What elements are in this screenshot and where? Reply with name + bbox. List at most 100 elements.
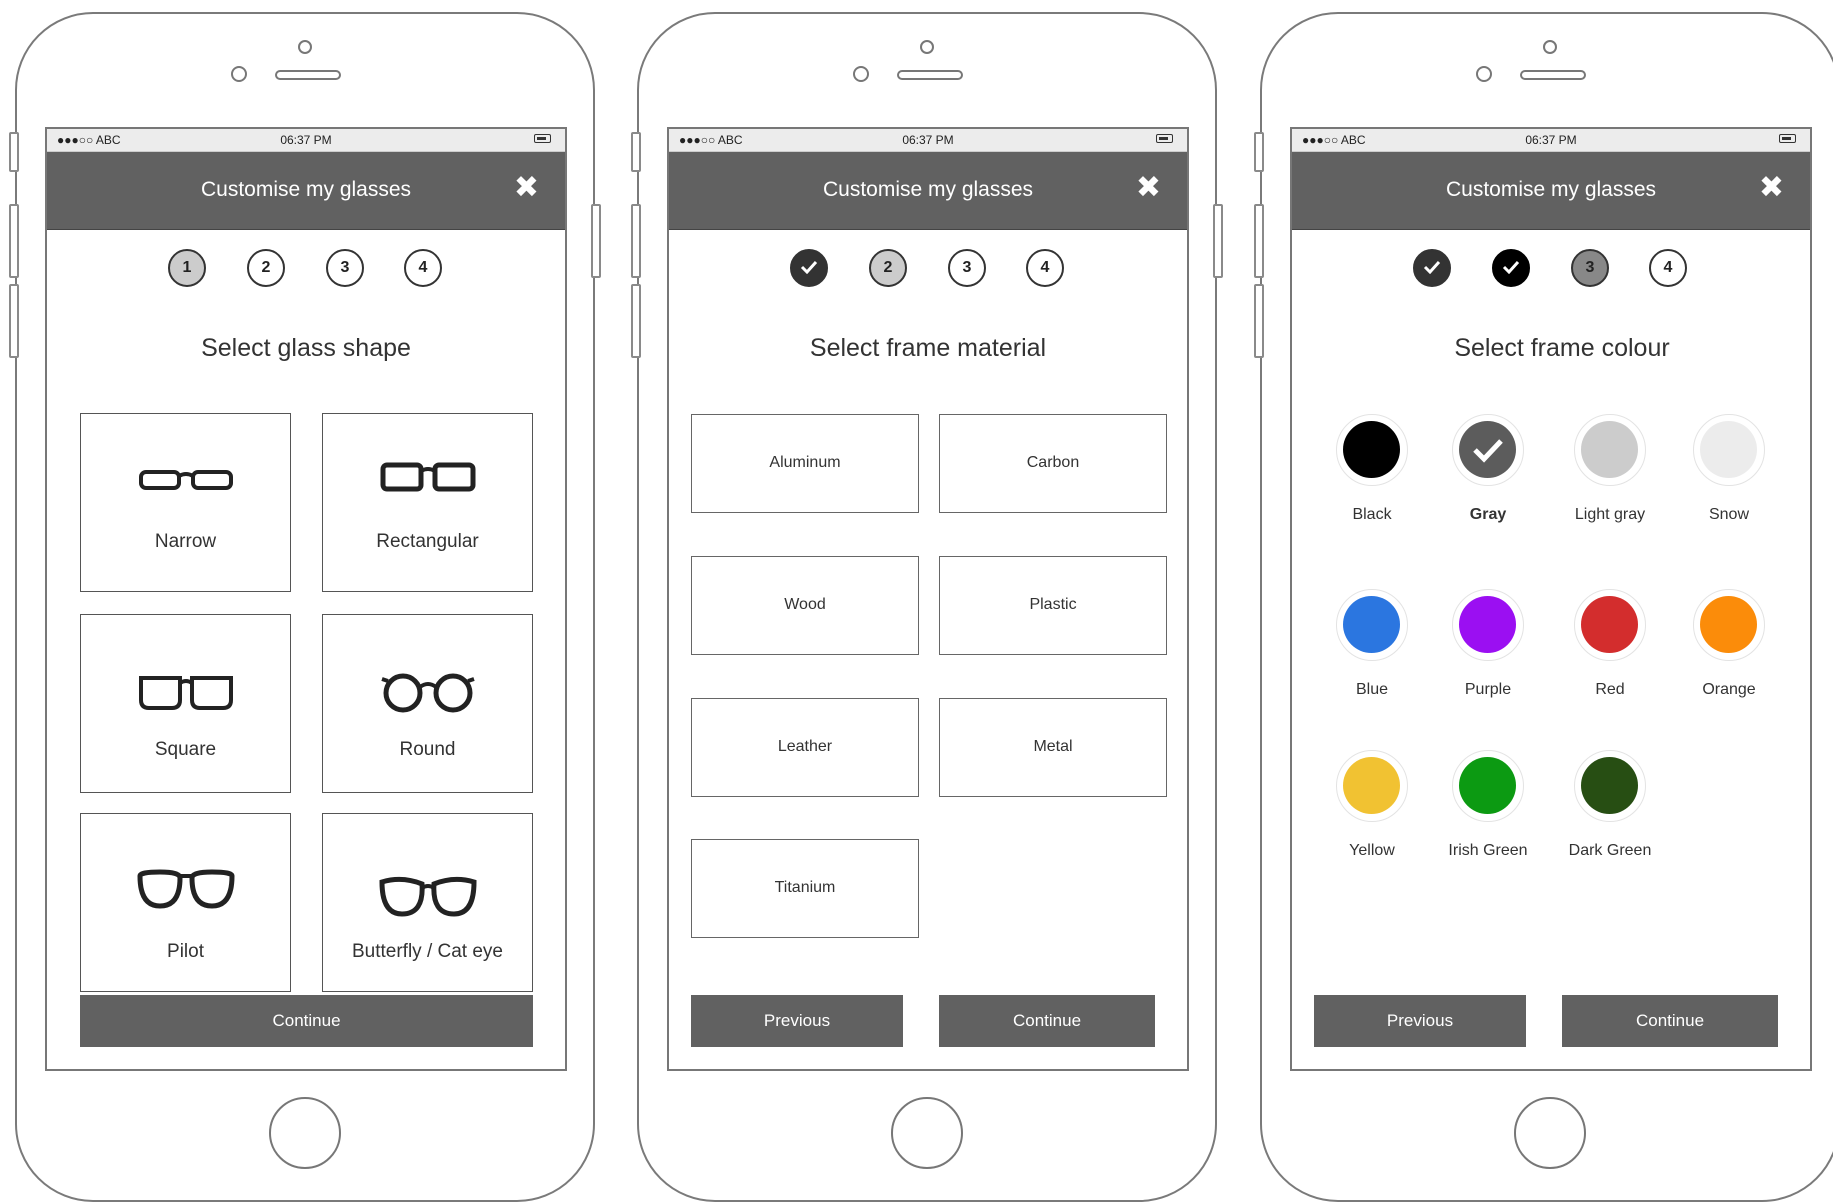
earpiece-speaker [275, 70, 341, 80]
step-indicator: 1 2 3 4 [47, 249, 565, 293]
volume-down-button [1254, 284, 1264, 358]
step-1-done[interactable] [1413, 249, 1451, 287]
front-sensor [231, 66, 247, 82]
page-title: Select frame colour [1454, 334, 1670, 362]
colour-dot [1343, 596, 1400, 653]
checkmark-icon [800, 260, 818, 275]
material-carbon[interactable]: Carbon [939, 414, 1167, 513]
step-1-current[interactable]: 1 [168, 249, 206, 287]
colour-swatch-orange[interactable] [1693, 589, 1765, 661]
colour-swatch-yellow[interactable] [1336, 750, 1408, 822]
previous-button[interactable]: Previous [691, 995, 903, 1047]
colour-dot [1581, 421, 1638, 478]
home-button[interactable] [1514, 1097, 1586, 1169]
shape-tile-square[interactable]: Square [80, 614, 291, 793]
home-button[interactable] [891, 1097, 963, 1169]
continue-button[interactable]: Continue [1562, 995, 1778, 1047]
colour-label-gray: Gray [1469, 506, 1507, 523]
shape-label: Round [399, 739, 456, 760]
colour-swatch-dark-green[interactable] [1574, 750, 1646, 822]
step-4[interactable]: 4 [1026, 249, 1064, 287]
material-metal[interactable]: Metal [939, 698, 1167, 797]
status-bar: ●●●○○ ABC 06:37 PM [1292, 129, 1810, 152]
colour-swatch-purple[interactable] [1452, 589, 1524, 661]
status-bar: ●●●○○ ABC 06:37 PM [47, 129, 565, 152]
home-button[interactable] [269, 1097, 341, 1169]
colour-swatch-gray[interactable] [1452, 414, 1524, 486]
phone-frame-2: ●●●○○ ABC 06:37 PM Customise my glasses … [631, 12, 1223, 1202]
front-sensor [853, 66, 869, 82]
material-leather[interactable]: Leather [691, 698, 919, 797]
material-titanium[interactable]: Titanium [691, 839, 919, 938]
colour-swatch-black[interactable] [1336, 414, 1408, 486]
app-header: Customise my glasses ✖ [1292, 152, 1810, 230]
shape-label: Butterfly / Cat eye [351, 941, 503, 962]
pilot-glasses-icon [136, 869, 235, 909]
colour-swatch-blue[interactable] [1336, 589, 1408, 661]
step-2-done[interactable] [1492, 249, 1530, 287]
material-plastic[interactable]: Plastic [939, 556, 1167, 655]
shape-tile-rectangular[interactable]: Rectangular [322, 413, 533, 592]
screen-select-colour: ●●●○○ ABC 06:37 PM Customise my glasses … [1290, 127, 1812, 1071]
material-aluminum[interactable]: Aluminum [691, 414, 919, 513]
step-1-done[interactable] [790, 249, 828, 287]
step-3[interactable]: 3 [948, 249, 986, 287]
square-glasses-icon [138, 676, 233, 710]
colour-swatch-irish-green[interactable] [1452, 750, 1524, 822]
step-2-current[interactable]: 2 [869, 249, 907, 287]
checkmark-icon [1473, 439, 1503, 463]
step-2[interactable]: 2 [247, 249, 285, 287]
header-title: Customise my glasses [1445, 178, 1657, 201]
rectangular-glasses-icon [380, 462, 475, 492]
material-wood[interactable]: Wood [691, 556, 919, 655]
page-title: Select frame material [809, 334, 1047, 362]
front-camera [298, 40, 312, 54]
colour-label-orange: Orange [1702, 681, 1756, 698]
continue-button[interactable]: Continue [939, 995, 1155, 1047]
step-3[interactable]: 3 [326, 249, 364, 287]
mute-switch [631, 132, 641, 172]
colour-swatch-red[interactable] [1574, 589, 1646, 661]
close-icon[interactable]: ✖ [1759, 173, 1784, 203]
battery-icon [1156, 134, 1173, 143]
step-indicator: 2 3 4 [669, 249, 1187, 293]
colour-dot [1700, 596, 1757, 653]
narrow-glasses-icon [138, 470, 233, 490]
colour-dot [1700, 421, 1757, 478]
shape-tile-pilot[interactable]: Pilot [80, 813, 291, 992]
shape-tile-butterfly[interactable]: Butterfly / Cat eye [322, 813, 533, 992]
app-header: Customise my glasses ✖ [669, 152, 1187, 230]
mute-switch [1254, 132, 1264, 172]
power-button [1213, 204, 1223, 278]
step-3-current[interactable]: 3 [1571, 249, 1609, 287]
colour-dot [1343, 421, 1400, 478]
earpiece-speaker [897, 70, 963, 80]
step-4[interactable]: 4 [1649, 249, 1687, 287]
colour-label-purple: Purple [1464, 681, 1512, 698]
step-4[interactable]: 4 [404, 249, 442, 287]
checkmark-icon [1423, 260, 1441, 275]
shape-label: Pilot [167, 941, 204, 962]
volume-down-button [631, 284, 641, 358]
colour-label-snow: Snow [1708, 506, 1750, 523]
shape-label: Narrow [154, 531, 217, 552]
colour-swatch-light-gray[interactable] [1574, 414, 1646, 486]
shape-tile-narrow[interactable]: Narrow [80, 413, 291, 592]
clock: 06:37 PM [280, 133, 332, 147]
clock: 06:37 PM [1525, 133, 1577, 147]
shape-tile-round[interactable]: Round [322, 614, 533, 793]
round-glasses-icon [380, 673, 475, 713]
colour-swatch-snow[interactable] [1693, 414, 1765, 486]
close-icon[interactable]: ✖ [514, 173, 539, 203]
previous-button[interactable]: Previous [1314, 995, 1526, 1047]
battery-icon [534, 134, 551, 143]
app-header: Customise my glasses ✖ [47, 152, 565, 230]
continue-button[interactable]: Continue [80, 995, 533, 1047]
power-button [591, 204, 601, 278]
step-indicator: 3 4 [1292, 249, 1810, 293]
close-icon[interactable]: ✖ [1136, 173, 1161, 203]
status-bar: ●●●○○ ABC 06:37 PM [669, 129, 1187, 152]
volume-down-button [9, 284, 19, 358]
header-title: Customise my glasses [822, 178, 1034, 201]
phone-frame-3: ●●●○○ ABC 06:37 PM Customise my glasses … [1254, 12, 1833, 1202]
